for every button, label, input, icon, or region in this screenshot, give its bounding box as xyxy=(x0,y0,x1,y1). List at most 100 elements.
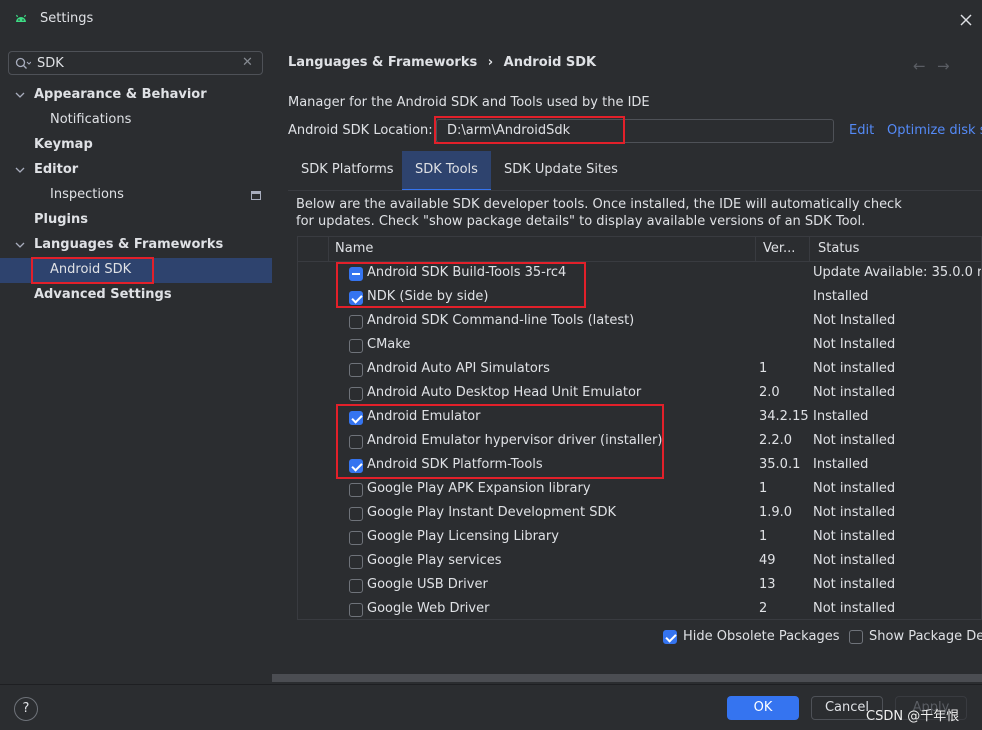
footer-divider xyxy=(0,684,982,685)
row-checkbox[interactable] xyxy=(349,531,363,545)
table-row[interactable]: Google Web Driver 2 Not installed xyxy=(298,598,981,619)
table-row[interactable]: Android SDK Command-line Tools (latest) N… xyxy=(298,310,981,334)
show-package-details-label: Show Package De xyxy=(869,629,982,644)
row-name: Android SDK Platform-Tools xyxy=(367,457,543,472)
sdk-location-field[interactable]: D:\arm\AndroidSdk xyxy=(436,119,834,143)
watermark: CSDN @千年恨 xyxy=(866,709,960,724)
sidebar-item-label: Inspections xyxy=(50,187,124,202)
tools-description-line: Below are the available SDK developer to… xyxy=(296,197,902,212)
sidebar-item-label: Android SDK xyxy=(50,262,132,277)
row-checkbox[interactable] xyxy=(349,363,363,377)
edit-link[interactable]: Edit xyxy=(849,123,874,138)
horizontal-scrollbar[interactable] xyxy=(272,674,982,682)
sdk-tools-table: Name Ver... Status Android SDK Build-Too… xyxy=(297,236,982,620)
table-row[interactable]: Android Emulator hypervisor driver (inst… xyxy=(298,430,981,454)
close-icon[interactable] xyxy=(956,10,976,30)
sidebar-item-appearance-behavior[interactable]: Appearance & Behavior xyxy=(0,83,272,108)
chevron-down-icon[interactable] xyxy=(14,89,26,101)
search-input[interactable] xyxy=(37,54,237,72)
chevron-down-icon[interactable] xyxy=(14,239,26,251)
row-status: Installed xyxy=(813,409,869,424)
row-name: CMake xyxy=(367,337,411,352)
table-row[interactable]: Google Play APK Expansion library 1 Not in… xyxy=(298,478,981,502)
row-name: Google Web Driver xyxy=(367,601,490,616)
row-status: Not installed xyxy=(813,601,896,616)
sidebar-item-languages-frameworks[interactable]: Languages & Frameworks xyxy=(0,233,272,258)
row-status: Installed xyxy=(813,457,869,472)
table-row[interactable]: Android SDK Platform-Tools 35.0.1 Installe… xyxy=(298,454,981,478)
sdk-location-label: Android SDK Location: xyxy=(288,123,433,138)
column-header-version[interactable]: Ver... xyxy=(763,241,795,256)
sidebar-item-label: Plugins xyxy=(34,212,88,227)
sidebar-item-inspections[interactable]: Inspections xyxy=(0,183,272,208)
sidebar-item-plugins[interactable]: Plugins xyxy=(0,208,272,233)
table-row[interactable]: CMake Not Installed xyxy=(298,334,981,358)
row-checkbox[interactable] xyxy=(349,411,363,425)
table-row[interactable]: Android Auto API Simulators 1 Not installe… xyxy=(298,358,981,382)
row-checkbox[interactable] xyxy=(349,387,363,401)
column-divider[interactable] xyxy=(809,237,810,262)
row-checkbox[interactable] xyxy=(349,507,363,521)
show-package-details-checkbox[interactable] xyxy=(849,630,863,644)
clear-search-icon[interactable]: ✕ xyxy=(242,55,253,70)
column-divider[interactable] xyxy=(755,237,756,262)
row-status: Not installed xyxy=(813,505,896,520)
row-checkbox[interactable] xyxy=(349,483,363,497)
row-status: Update Available: 35.0.0 rc xyxy=(813,265,982,280)
column-header-status[interactable]: Status xyxy=(818,241,859,256)
row-version: 1.9.0 xyxy=(759,505,793,520)
table-row[interactable]: Google Play services 49 Not installed xyxy=(298,550,981,574)
help-button[interactable]: ? xyxy=(14,697,38,721)
sidebar-item-notifications[interactable]: Notifications xyxy=(0,108,272,133)
table-row[interactable]: Google Play Licensing Library 1 Not instal… xyxy=(298,526,981,550)
ok-button[interactable]: OK xyxy=(727,696,799,720)
row-name: Android Auto API Simulators xyxy=(367,361,550,376)
optimize-disk-link[interactable]: Optimize disk s xyxy=(887,123,982,138)
sidebar-item-advanced-settings[interactable]: Advanced Settings xyxy=(0,283,272,308)
row-status: Not installed xyxy=(813,553,896,568)
row-status: Not installed xyxy=(813,481,896,496)
row-checkbox[interactable] xyxy=(349,435,363,449)
row-status: Installed xyxy=(813,289,869,304)
table-row[interactable]: Google Play Instant Development SDK 1.9.0… xyxy=(298,502,981,526)
sidebar-item-editor[interactable]: Editor xyxy=(0,158,272,183)
row-checkbox[interactable] xyxy=(349,267,363,281)
table-row[interactable]: NDK (Side by side) Installed xyxy=(298,286,981,310)
row-status: Not installed xyxy=(813,577,896,592)
table-row[interactable]: Android SDK Build-Tools 35-rc4 Update Ava… xyxy=(298,262,982,286)
search-icon xyxy=(15,57,31,69)
breadcrumb-parent[interactable]: Languages & Frameworks xyxy=(288,55,477,70)
table-row[interactable]: Android Auto Desktop Head Unit Emulator 2… xyxy=(298,382,981,406)
sidebar-item-keymap[interactable]: Keymap xyxy=(0,133,272,158)
back-arrow-icon[interactable]: ← xyxy=(913,57,926,75)
row-checkbox[interactable] xyxy=(349,291,363,305)
table-row[interactable]: Google USB Driver 13 Not installed xyxy=(298,574,981,598)
row-checkbox[interactable] xyxy=(349,459,363,473)
page-description: Manager for the Android SDK and Tools us… xyxy=(288,95,650,110)
row-checkbox[interactable] xyxy=(349,579,363,593)
hide-obsolete-checkbox[interactable] xyxy=(663,630,677,644)
row-checkbox[interactable] xyxy=(349,603,363,617)
row-checkbox[interactable] xyxy=(349,555,363,569)
table-row[interactable]: Android Emulator 34.2.15 Installed xyxy=(298,406,981,430)
column-divider[interactable] xyxy=(328,237,329,262)
tab-sdk-platforms[interactable]: SDK Platforms xyxy=(288,151,402,191)
sidebar-item-android-sdk[interactable]: Android SDK xyxy=(0,258,272,283)
search-field[interactable]: ✕ xyxy=(8,51,263,75)
chevron-down-icon[interactable] xyxy=(14,164,26,176)
tab-label: SDK Tools xyxy=(415,162,478,177)
tab-sdk-update-sites[interactable]: SDK Update Sites xyxy=(491,151,631,191)
column-header-name[interactable]: Name xyxy=(335,241,373,256)
row-version: 2.0 xyxy=(759,385,780,400)
breadcrumb: Languages & Frameworks › Android SDK xyxy=(288,55,596,70)
sidebar-item-label: Editor xyxy=(34,162,79,177)
title-bar: Settings xyxy=(0,0,982,40)
sidebar-item-label: Languages & Frameworks xyxy=(34,237,224,252)
row-name: Google Play services xyxy=(367,553,502,568)
row-checkbox[interactable] xyxy=(349,315,363,329)
tab-sdk-tools[interactable]: SDK Tools xyxy=(402,151,491,191)
row-name: Android SDK Command-line Tools (latest) xyxy=(367,313,635,328)
row-version: 13 xyxy=(759,577,776,592)
row-checkbox[interactable] xyxy=(349,339,363,353)
forward-arrow-icon[interactable]: → xyxy=(937,57,950,75)
